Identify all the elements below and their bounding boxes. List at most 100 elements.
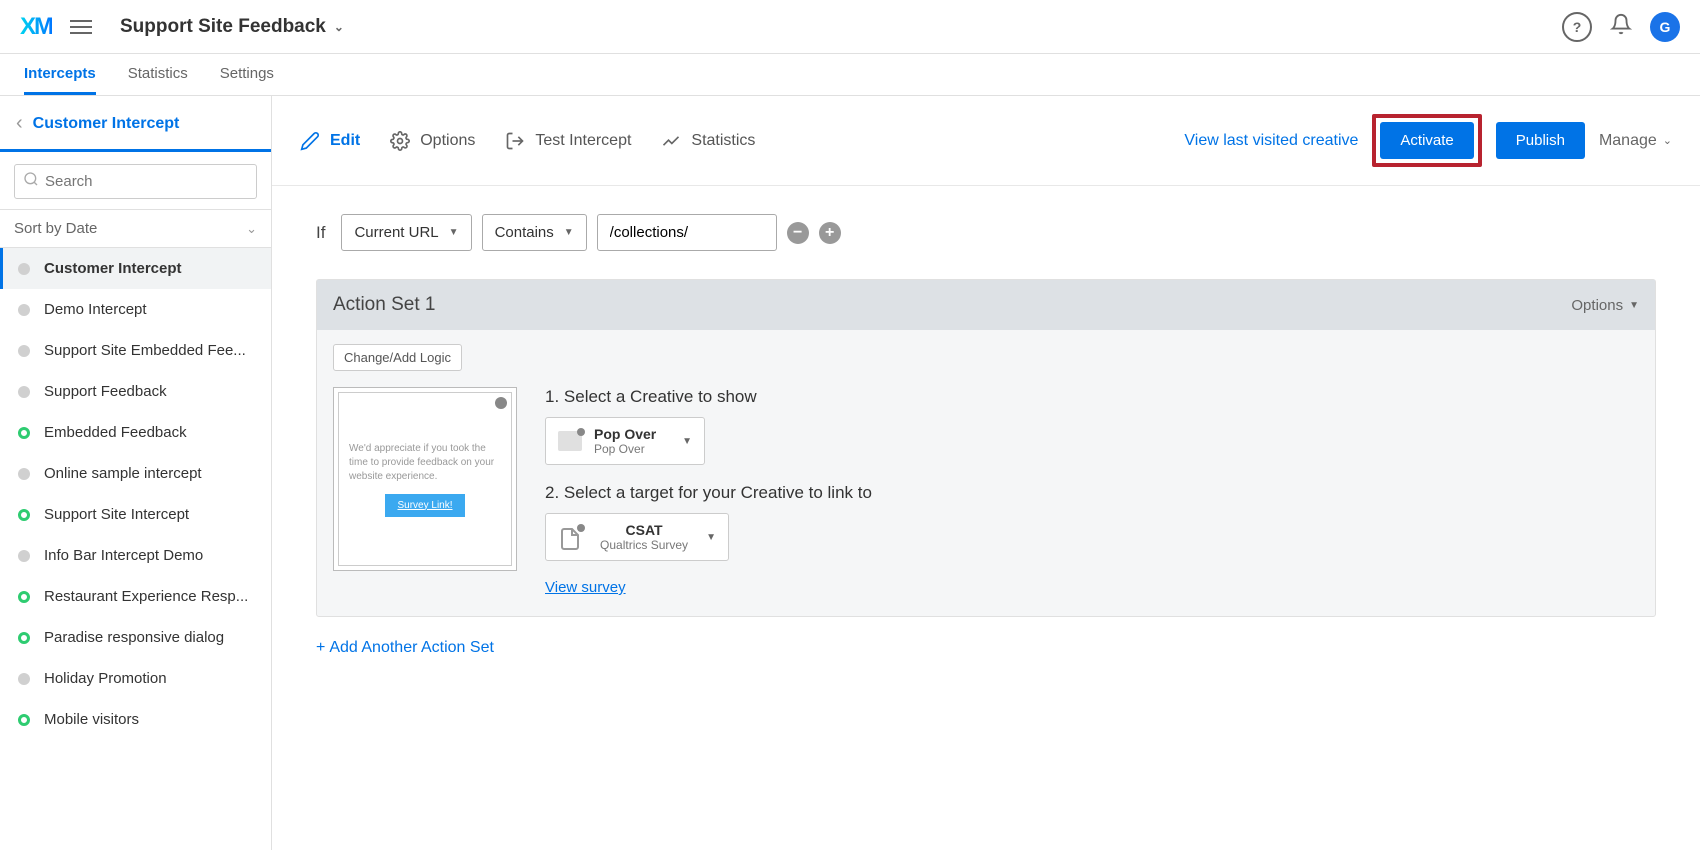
sidebar-item-restaurant[interactable]: Restaurant Experience Resp... (0, 576, 271, 617)
sidebar-item-support-site-intercept[interactable]: Support Site Intercept (0, 494, 271, 535)
hamburger-icon[interactable] (70, 20, 92, 34)
picker-text: CSAT Qualtrics Survey (594, 522, 694, 552)
intercept-label: Restaurant Experience Resp... (44, 588, 248, 605)
sidebar-title: Customer Intercept (33, 115, 180, 133)
intercept-label: Customer Intercept (44, 260, 182, 277)
statistics-button[interactable]: Statistics (661, 131, 755, 151)
target-picker[interactable]: CSAT Qualtrics Survey ▼ (545, 513, 729, 561)
action-set-header: Action Set 1 Options ▼ (317, 280, 1655, 330)
stats-label: Statistics (691, 132, 755, 150)
sidebar-item-mobile[interactable]: Mobile visitors (0, 699, 271, 740)
search-box[interactable] (14, 164, 257, 199)
sidebar-header: ‹ Customer Intercept (0, 96, 271, 152)
sidebar-item-demo-intercept[interactable]: Demo Intercept (0, 289, 271, 330)
sidebar-item-support-feedback[interactable]: Support Feedback (0, 371, 271, 412)
chevron-down-icon: ⌄ (334, 20, 344, 34)
search-input[interactable] (45, 173, 248, 190)
status-dot (18, 304, 30, 316)
intercept-label: Demo Intercept (44, 301, 147, 318)
intercept-label: Support Site Intercept (44, 506, 189, 523)
intercept-label: Holiday Promotion (44, 670, 167, 687)
manage-label: Manage (1599, 132, 1657, 150)
creative-picker[interactable]: Pop Over Pop Over ▼ (545, 417, 705, 465)
view-survey-link[interactable]: View survey (545, 579, 626, 596)
activate-highlight: Activate (1372, 114, 1481, 167)
intercept-list: Customer Intercept Demo Intercept Suppor… (0, 248, 271, 740)
condition-field-value: Current URL (354, 224, 438, 241)
add-action-label: Add Another Action Set (329, 639, 494, 657)
add-action-set-button[interactable]: + Add Another Action Set (316, 639, 1656, 657)
toolbar-right: View last visited creative Activate Publ… (1184, 114, 1672, 167)
intercept-label: Paradise responsive dialog (44, 629, 224, 646)
sort-label: Sort by Date (14, 220, 97, 237)
options-button[interactable]: Options (390, 131, 475, 151)
action-steps: 1. Select a Creative to show Pop Over Po… (545, 387, 1639, 596)
creative-title: Pop Over (594, 426, 670, 442)
action-content: We'd appreciate if you took the time to … (333, 387, 1639, 596)
intercept-label: Support Site Embedded Fee... (44, 342, 246, 359)
preview-button: Survey Link! (385, 494, 465, 517)
publish-button[interactable]: Publish (1496, 122, 1585, 159)
condition-field-dropdown[interactable]: Current URL ▼ (341, 214, 471, 251)
edit-button[interactable]: Edit (300, 131, 360, 151)
intercept-label: Mobile visitors (44, 711, 139, 728)
sidebar-item-support-embedded[interactable]: Support Site Embedded Fee... (0, 330, 271, 371)
sidebar-item-paradise[interactable]: Paradise responsive dialog (0, 617, 271, 658)
condition-operator-dropdown[interactable]: Contains ▼ (482, 214, 587, 251)
picker-text: Pop Over Pop Over (594, 426, 670, 456)
action-set-title: Action Set 1 (333, 294, 435, 316)
view-creative-link[interactable]: View last visited creative (1184, 132, 1358, 150)
tab-statistics[interactable]: Statistics (128, 54, 188, 95)
user-avatar[interactable]: G (1650, 12, 1680, 42)
if-label: If (316, 223, 325, 243)
add-condition-icon[interactable]: + (819, 222, 841, 244)
remove-condition-icon[interactable]: − (787, 222, 809, 244)
document-icon (558, 527, 582, 547)
intercept-label: Online sample intercept (44, 465, 202, 482)
condition-row: If Current URL ▼ Contains ▼ − + (316, 214, 1656, 251)
sidebar-item-customer-intercept[interactable]: Customer Intercept (0, 248, 271, 289)
status-dot (18, 345, 30, 357)
condition-value-input[interactable] (597, 214, 777, 251)
creative-preview[interactable]: We'd appreciate if you took the time to … (333, 387, 517, 571)
popup-icon (558, 431, 582, 451)
condition-operator-value: Contains (495, 224, 554, 241)
intercept-label: Support Feedback (44, 383, 167, 400)
project-title-label: Support Site Feedback (120, 16, 326, 38)
sidebar-item-info-bar[interactable]: Info Bar Intercept Demo (0, 535, 271, 576)
status-dot (18, 386, 30, 398)
project-title-dropdown[interactable]: Support Site Feedback ⌄ (120, 16, 344, 38)
sort-dropdown[interactable]: Sort by Date ⌄ (0, 209, 271, 248)
primary-tabs: Intercepts Statistics Settings (0, 54, 1700, 96)
tab-intercepts[interactable]: Intercepts (24, 54, 96, 95)
caret-down-icon: ▼ (1629, 300, 1639, 311)
chevron-down-icon: ⌄ (246, 221, 257, 237)
sidebar-item-embedded-feedback[interactable]: Embedded Feedback (0, 412, 271, 453)
creative-subtitle: Pop Over (594, 442, 670, 456)
search-icon (23, 171, 39, 192)
status-dot (18, 673, 30, 685)
action-set: Action Set 1 Options ▼ Change/Add Logic … (316, 279, 1656, 617)
sidebar-item-online-sample[interactable]: Online sample intercept (0, 453, 271, 494)
status-dot (18, 632, 30, 644)
manage-dropdown[interactable]: Manage ⌄ (1599, 132, 1672, 150)
options-label: Options (420, 132, 475, 150)
test-intercept-button[interactable]: Test Intercept (505, 131, 631, 151)
help-icon[interactable]: ? (1562, 12, 1592, 42)
change-add-logic-button[interactable]: Change/Add Logic (333, 344, 462, 371)
target-subtitle: Qualtrics Survey (594, 538, 694, 552)
tab-settings[interactable]: Settings (220, 54, 274, 95)
header-right: ? G (1562, 12, 1680, 42)
step2-label: 2. Select a target for your Creative to … (545, 483, 1639, 503)
close-icon (495, 397, 507, 409)
back-icon[interactable]: ‹ (16, 112, 23, 135)
status-dot (18, 550, 30, 562)
sidebar-item-holiday[interactable]: Holiday Promotion (0, 658, 271, 699)
logo[interactable]: XM (20, 13, 52, 41)
plus-icon: + (316, 639, 325, 657)
activate-button[interactable]: Activate (1380, 122, 1473, 159)
action-set-options-dropdown[interactable]: Options ▼ (1571, 297, 1639, 314)
notifications-icon[interactable] (1610, 13, 1632, 41)
intercept-label: Info Bar Intercept Demo (44, 547, 203, 564)
status-dot (18, 714, 30, 726)
